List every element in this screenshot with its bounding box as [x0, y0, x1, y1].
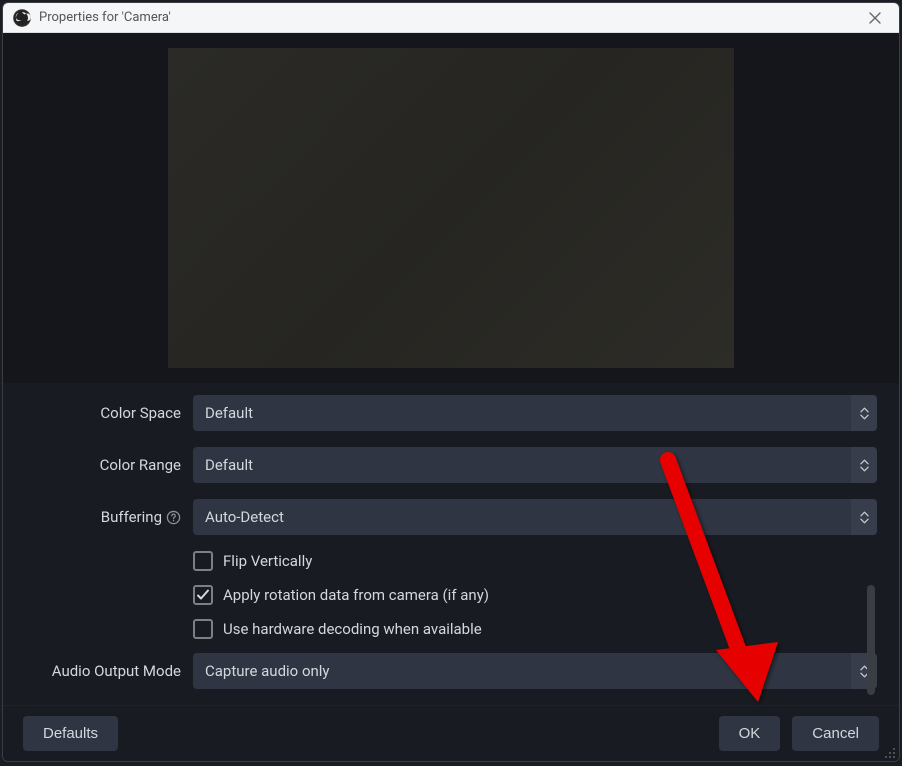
cancel-button[interactable]: Cancel	[792, 716, 879, 751]
help-icon[interactable]	[166, 510, 181, 525]
color-space-label: Color Space	[25, 404, 193, 422]
dialog-content: Color Space Default Color Range Default	[3, 33, 899, 761]
color-space-select[interactable]: Default	[193, 395, 877, 431]
color-space-value: Default	[193, 395, 851, 431]
apply-rotation-label: Apply rotation data from camera (if any)	[223, 586, 489, 604]
close-button[interactable]	[861, 4, 889, 32]
preview-area	[3, 33, 899, 383]
dialog-footer: Defaults OK Cancel	[3, 705, 899, 761]
hardware-decoding-label: Use hardware decoding when available	[223, 620, 482, 638]
resize-grip-icon[interactable]	[883, 745, 897, 759]
flip-vertically-checkbox[interactable]	[193, 551, 213, 571]
window-title: Properties for 'Camera'	[39, 10, 861, 25]
titlebar: Properties for 'Camera'	[3, 3, 899, 33]
buffering-label-text: Buffering	[101, 508, 162, 526]
defaults-button[interactable]: Defaults	[23, 716, 118, 751]
audio-output-mode-label: Audio Output Mode	[25, 662, 193, 680]
color-range-select[interactable]: Default	[193, 447, 877, 483]
ok-button[interactable]: OK	[719, 716, 781, 751]
properties-dialog: Properties for 'Camera' Color Space Defa…	[2, 2, 900, 762]
obs-app-icon	[13, 9, 31, 27]
color-range-value: Default	[193, 447, 851, 483]
properties-form: Color Space Default Color Range Default	[3, 383, 899, 705]
spinner-arrows-icon	[851, 499, 877, 535]
spinner-arrows-icon	[851, 395, 877, 431]
buffering-value: Auto-Detect	[193, 499, 851, 535]
buffering-label: Buffering	[25, 508, 193, 526]
apply-rotation-checkbox[interactable]	[193, 585, 213, 605]
buffering-select[interactable]: Auto-Detect	[193, 499, 877, 535]
flip-vertically-label: Flip Vertically	[223, 552, 312, 570]
hardware-decoding-checkbox[interactable]	[193, 619, 213, 639]
audio-output-mode-value: Capture audio only	[193, 653, 851, 689]
vertical-scrollbar[interactable]	[867, 585, 875, 695]
spinner-arrows-icon	[851, 447, 877, 483]
camera-preview	[168, 48, 734, 368]
audio-output-mode-select[interactable]: Capture audio only	[193, 653, 877, 689]
color-range-label: Color Range	[25, 456, 193, 474]
